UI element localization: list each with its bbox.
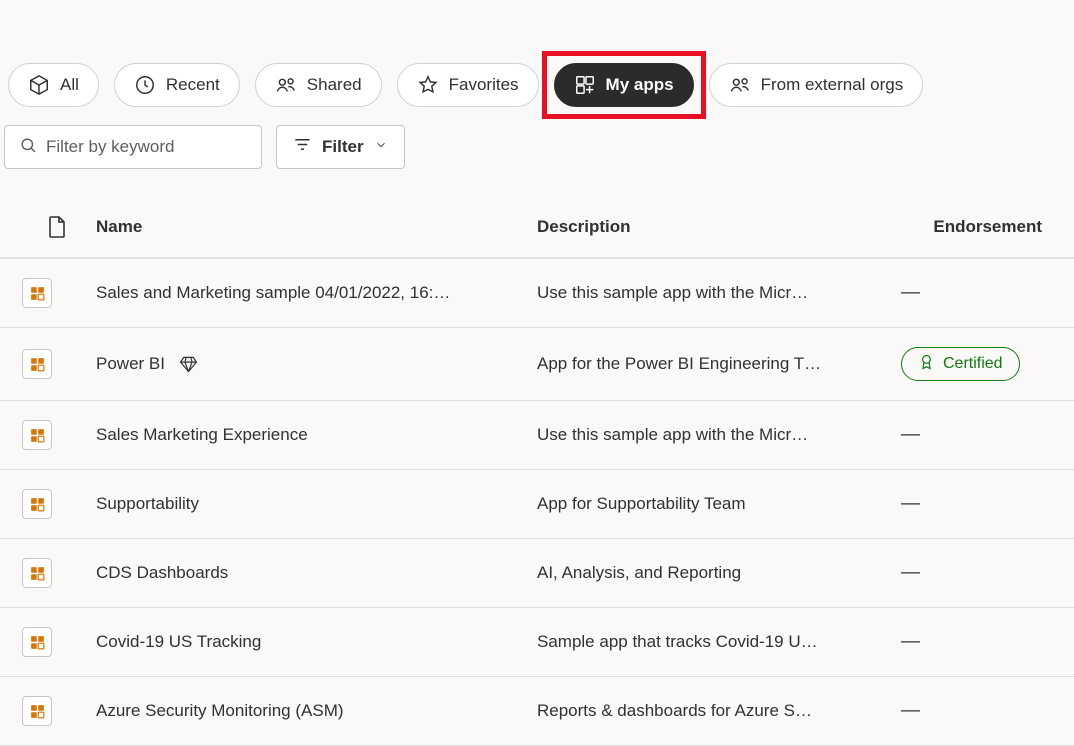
row-description: Reports & dashboards for Azure S…: [537, 701, 897, 721]
filter-button[interactable]: Filter: [276, 125, 405, 169]
column-endorsement-header[interactable]: Endorsement: [897, 217, 1074, 237]
row-type-icon-cell: [0, 696, 92, 726]
app-icon: [22, 489, 52, 519]
row-name-cell: Supportability: [92, 494, 537, 514]
table-header: Name Description Endorsement: [0, 193, 1074, 258]
row-description: App for the Power BI Engineering T…: [537, 354, 897, 374]
endorsement-empty: —: [901, 282, 919, 304]
column-description-header[interactable]: Description: [537, 217, 897, 237]
tab-all[interactable]: All: [8, 63, 99, 107]
top-tabs: All Recent Shared Favorites My apps From…: [0, 0, 1074, 107]
row-endorsement: Certified: [897, 347, 1074, 381]
table-row[interactable]: Sales Marketing Experience Use this sampl…: [0, 401, 1074, 470]
table-row[interactable]: Power BI App for the Power BI Engineering…: [0, 328, 1074, 401]
row-name[interactable]: Azure Security Monitoring (ASM): [96, 701, 344, 721]
tab-label: All: [60, 75, 79, 95]
chevron-down-icon: [374, 137, 388, 157]
app-icon: [22, 696, 52, 726]
row-type-icon-cell: [0, 349, 92, 379]
endorsement-empty: —: [901, 700, 919, 722]
endorsement-empty: —: [901, 424, 919, 446]
table-row[interactable]: Sales and Marketing sample 04/01/2022, 1…: [0, 258, 1074, 328]
row-name[interactable]: Covid-19 US Tracking: [96, 632, 261, 652]
column-name-header[interactable]: Name: [92, 217, 537, 237]
table-row[interactable]: Supportability App for Supportability Tea…: [0, 470, 1074, 539]
premium-diamond-icon: [179, 355, 198, 374]
certified-label: Certified: [943, 355, 1003, 373]
apps-icon: [574, 74, 596, 96]
tab-label: Shared: [307, 75, 362, 95]
row-name[interactable]: Sales Marketing Experience: [96, 425, 308, 445]
row-name[interactable]: Power BI: [96, 354, 165, 374]
row-description: App for Supportability Team: [537, 494, 897, 514]
row-type-icon-cell: [0, 558, 92, 588]
row-description: AI, Analysis, and Reporting: [537, 563, 897, 583]
tab-favorites[interactable]: Favorites: [397, 63, 539, 107]
row-name-cell: Power BI: [92, 354, 537, 374]
tab-shared[interactable]: Shared: [255, 63, 382, 107]
tab-external-orgs[interactable]: From external orgs: [709, 63, 924, 107]
table-row[interactable]: CDS Dashboards AI, Analysis, and Reportin…: [0, 539, 1074, 608]
cube-icon: [28, 74, 50, 96]
app-icon: [22, 420, 52, 450]
filter-icon: [293, 135, 312, 159]
app-icon: [22, 558, 52, 588]
row-type-icon-cell: [0, 489, 92, 519]
row-endorsement: —: [897, 562, 1074, 584]
tab-recent[interactable]: Recent: [114, 63, 240, 107]
row-description: Sample app that tracks Covid-19 U…: [537, 632, 897, 652]
tab-my-apps[interactable]: My apps: [554, 63, 694, 107]
endorsement-empty: —: [901, 493, 919, 515]
people-swap-icon: [729, 74, 751, 96]
search-icon: [19, 136, 38, 159]
row-endorsement: —: [897, 424, 1074, 446]
tab-label: My apps: [606, 75, 674, 95]
row-type-icon-cell: [0, 627, 92, 657]
row-name[interactable]: Sales and Marketing sample 04/01/2022, 1…: [96, 283, 450, 303]
clock-icon: [134, 74, 156, 96]
row-description: Use this sample app with the Micr…: [537, 425, 897, 445]
row-endorsement: —: [897, 282, 1074, 304]
endorsement-empty: —: [901, 631, 919, 653]
row-name[interactable]: Supportability: [96, 494, 199, 514]
app-icon: [22, 349, 52, 379]
endorsement-empty: —: [901, 562, 919, 584]
star-icon: [417, 74, 439, 96]
row-name-cell: Azure Security Monitoring (ASM): [92, 701, 537, 721]
filter-label: Filter: [322, 137, 364, 157]
ribbon-icon: [918, 353, 935, 375]
row-endorsement: —: [897, 493, 1074, 515]
apps-table: Name Description Endorsement Sales and M…: [0, 193, 1074, 746]
search-input[interactable]: [46, 137, 247, 157]
row-name[interactable]: CDS Dashboards: [96, 563, 228, 583]
certified-badge: Certified: [901, 347, 1020, 381]
row-name-cell: Sales Marketing Experience: [92, 425, 537, 445]
search-input-wrap[interactable]: [4, 125, 262, 169]
row-endorsement: —: [897, 700, 1074, 722]
tab-label: Recent: [166, 75, 220, 95]
app-icon: [22, 278, 52, 308]
row-description: Use this sample app with the Micr…: [537, 283, 897, 303]
people-icon: [275, 74, 297, 96]
tab-label: Favorites: [449, 75, 519, 95]
row-name-cell: Sales and Marketing sample 04/01/2022, 1…: [92, 283, 537, 303]
row-name-cell: Covid-19 US Tracking: [92, 632, 537, 652]
row-name-cell: CDS Dashboards: [92, 563, 537, 583]
app-icon: [22, 627, 52, 657]
highlight-box: My apps: [542, 51, 706, 119]
table-row[interactable]: Covid-19 US Tracking Sample app that trac…: [0, 608, 1074, 677]
column-type-icon: [0, 215, 92, 239]
row-type-icon-cell: [0, 278, 92, 308]
toolbar: Filter: [0, 107, 1074, 183]
tab-label: From external orgs: [761, 75, 904, 95]
row-endorsement: —: [897, 631, 1074, 653]
row-type-icon-cell: [0, 420, 92, 450]
